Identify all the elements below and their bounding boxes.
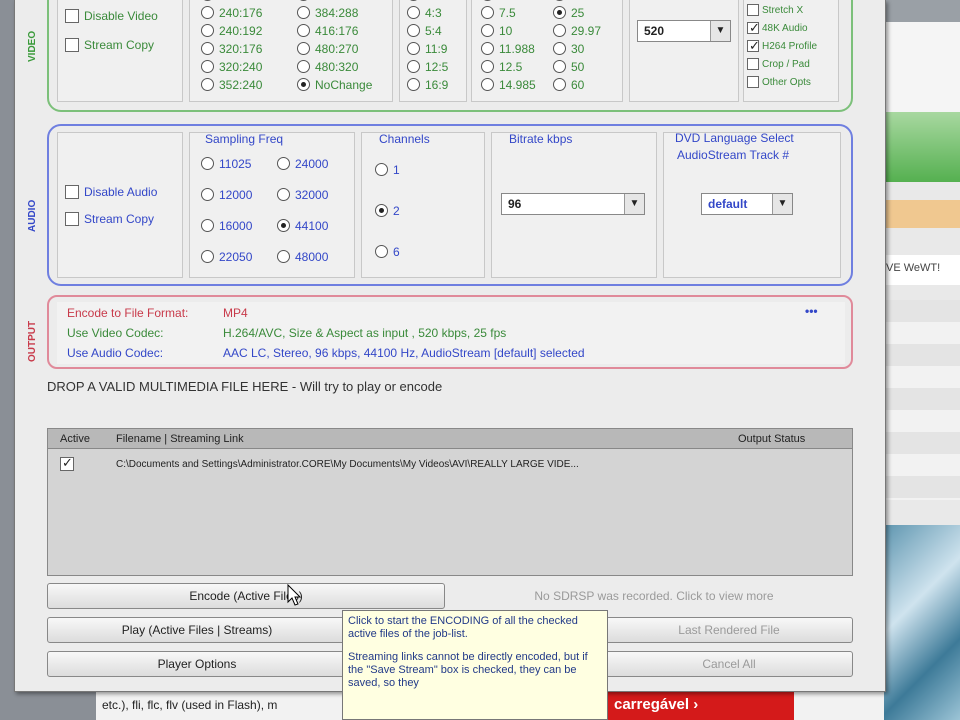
audio-bitrate-select[interactable]: 96 ▼ xyxy=(501,193,645,215)
player-options-button[interactable]: Player Options xyxy=(47,651,347,677)
sampling-radio-a-0[interactable]: 11025 xyxy=(201,156,251,171)
video-bitrate-box xyxy=(629,0,739,102)
sampling-radio-b-2[interactable]: 44100 xyxy=(277,218,328,233)
last-rendered-button[interactable]: Last Rendered File xyxy=(605,617,853,643)
video-size-radio-a-3[interactable]: 320:176 xyxy=(201,41,262,56)
audio-stream-copy-checkbox[interactable]: Stream Copy xyxy=(65,211,154,226)
chevron-down-icon: ▼ xyxy=(624,194,644,214)
sampling-title: Sampling Freq xyxy=(205,132,284,146)
video-fps-radio-b-2[interactable]: 29.97 xyxy=(553,23,601,38)
job-list[interactable]: Active Filename | Streaming Link Output … xyxy=(47,428,853,576)
encoder-window: VIDEO Disable Video Stream Copy 520 ▼ AUD… xyxy=(14,0,886,692)
video-fps-radio-a-1[interactable]: 7.5 xyxy=(481,5,516,20)
video-size-radio-a-4[interactable]: 320:240 xyxy=(201,59,262,74)
video-size-radio-a-2[interactable]: 240:192 xyxy=(201,23,262,38)
disable-audio-checkbox[interactable]: Disable Audio xyxy=(65,184,157,199)
video-aspect-radio-2[interactable]: 5:4 xyxy=(407,23,442,38)
encode-tooltip: Click to start the ENCODING of all the c… xyxy=(342,610,608,720)
video-fps-radio-b-1[interactable]: 25 xyxy=(553,5,584,20)
job-path: C:\Documents and Settings\Administrator.… xyxy=(116,459,579,470)
sampling-radio-b-1[interactable]: 32000 xyxy=(277,187,328,202)
video-aspect-radio-1[interactable]: 4:3 xyxy=(407,5,442,20)
video-size-radio-b-1[interactable]: 384:288 xyxy=(297,5,358,20)
audio-toggle-box xyxy=(57,132,183,278)
channels-title: Channels xyxy=(379,132,430,146)
col-active[interactable]: Active xyxy=(60,433,90,445)
chevron-down-icon: ▼ xyxy=(772,194,792,214)
video-aspect-radio-3[interactable]: 11:9 xyxy=(407,41,447,56)
output-format-value: MP4 xyxy=(223,306,248,320)
sampling-radio-b-3[interactable]: 48000 xyxy=(277,249,328,264)
video-aspect-radio-5[interactable]: 16:9 xyxy=(407,77,448,92)
output-summary: Encode to File Format: MP4 Use Video Cod… xyxy=(57,302,845,364)
drop-hint: DROP A VALID MULTIMEDIA FILE HERE - Will… xyxy=(47,379,443,394)
video-fps-radio-b-0[interactable]: 23.976 xyxy=(553,0,608,2)
job-list-header: Active Filename | Streaming Link Output … xyxy=(48,429,852,449)
sampling-radio-a-2[interactable]: 16000 xyxy=(201,218,252,233)
video-option-checkbox-1[interactable]: Stretch X xyxy=(747,4,803,16)
job-active-checkbox[interactable] xyxy=(60,455,74,471)
audio-stream-select[interactable]: default ▼ xyxy=(701,193,793,215)
table-row[interactable]: C:\Documents and Settings\Administrator.… xyxy=(48,453,852,475)
background-side-text: VE WeWT! xyxy=(886,262,941,274)
video-label: VIDEO xyxy=(27,30,38,62)
background-window: VE WeWT! xyxy=(884,0,960,720)
video-fps-radio-a-0[interactable]: 6.25 xyxy=(481,0,522,2)
dvd-language-subtitle: AudioStream Track # xyxy=(677,148,790,162)
background-text: etc.), fli, flc, flv (used in Flash), m xyxy=(102,698,278,712)
output-vcodec-value: H.264/AVC, Size & Aspect as input , 520 … xyxy=(223,326,507,340)
col-filename[interactable]: Filename | Streaming Link xyxy=(116,433,244,445)
video-fps-radio-b-5[interactable]: 60 xyxy=(553,77,584,92)
video-size-radio-b-0[interactable]: 352:288 xyxy=(297,0,358,2)
video-fps-radio-a-5[interactable]: 14.985 xyxy=(481,77,536,92)
video-fps-radio-a-3[interactable]: 11.988 xyxy=(481,41,535,56)
audio-bitrate-title: Bitrate kbps xyxy=(509,132,573,146)
col-status[interactable]: Output Status xyxy=(738,433,805,445)
cancel-all-button[interactable]: Cancel All xyxy=(605,651,853,677)
video-aspect-radio-4[interactable]: 12:5 xyxy=(407,59,448,74)
output-label: OUTPUT xyxy=(27,320,38,362)
channels-radio-1[interactable]: 2 xyxy=(375,203,400,218)
disabled-hint-button[interactable]: No SDRSP was recorded. Click to view mor… xyxy=(455,583,853,609)
video-fps-radio-b-3[interactable]: 30 xyxy=(553,41,584,56)
encode-button[interactable]: Encode (Active Files) xyxy=(47,583,445,609)
channels-radio-2[interactable]: 6 xyxy=(375,244,400,259)
channels-radio-0[interactable]: 1 xyxy=(375,162,400,177)
play-button[interactable]: Play (Active Files | Streams) xyxy=(47,617,347,643)
video-size-radio-b-3[interactable]: 480:270 xyxy=(297,41,358,56)
disable-video-checkbox[interactable]: Disable Video xyxy=(65,8,158,23)
video-size-radio-b-4[interactable]: 480:320 xyxy=(297,59,358,74)
video-fps-radio-b-4[interactable]: 50 xyxy=(553,59,584,74)
mouse-cursor-icon xyxy=(287,584,302,606)
video-option-checkbox-5[interactable]: Other Opts xyxy=(747,76,811,88)
sampling-radio-a-1[interactable]: 12000 xyxy=(201,187,252,202)
chevron-down-icon: ▼ xyxy=(710,21,730,41)
video-size-radio-a-1[interactable]: 240:176 xyxy=(201,5,262,20)
video-size-radio-a-5[interactable]: 352:240 xyxy=(201,77,262,92)
video-stream-copy-checkbox[interactable]: Stream Copy xyxy=(65,37,154,52)
output-vcodec-label: Use Video Codec: xyxy=(67,326,164,340)
video-bitrate-select[interactable]: 520 ▼ xyxy=(637,20,731,42)
sampling-radio-b-0[interactable]: 24000 xyxy=(277,156,328,171)
video-size-radio-a-0[interactable]: 176:144 xyxy=(201,0,262,2)
sampling-radio-a-3[interactable]: 22050 xyxy=(201,249,252,264)
dvd-language-title: DVD Language Select xyxy=(675,131,794,145)
video-fps-radio-a-2[interactable]: 10 xyxy=(481,23,512,38)
video-option-checkbox-4[interactable]: Crop / Pad xyxy=(747,58,810,70)
video-fps-radio-a-4[interactable]: 12.5 xyxy=(481,59,522,74)
output-acodec-value: AAC LC, Stereo, 96 kbps, 44100 Hz, Audio… xyxy=(223,346,585,360)
output-more-button[interactable]: ••• xyxy=(805,304,818,318)
video-option-checkbox-2[interactable]: 48K Audio xyxy=(747,20,808,36)
output-acodec-label: Use Audio Codec: xyxy=(67,346,164,360)
video-size-radio-b-2[interactable]: 416:176 xyxy=(297,23,358,38)
audio-label: AUDIO xyxy=(27,199,38,232)
video-size-radio-b-5[interactable]: NoChange xyxy=(297,77,372,92)
video-option-checkbox-3[interactable]: H264 Profile xyxy=(747,38,817,54)
video-aspect-radio-0[interactable]: 2:2 xyxy=(407,0,442,2)
background-banner: carregável › xyxy=(604,692,794,720)
output-format-label: Encode to File Format: xyxy=(67,306,189,320)
